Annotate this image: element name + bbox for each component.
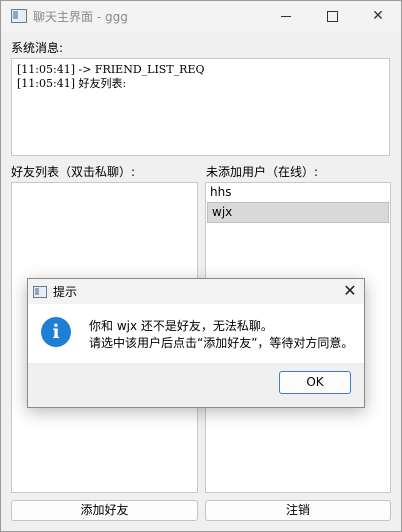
system-message-line: [11:05:41] -> FRIEND_LIST_REQ: [17, 63, 205, 76]
online-user-item[interactable]: hhs: [206, 183, 390, 202]
logout-button[interactable]: 注销: [205, 500, 391, 521]
dialog-footer: OK: [28, 363, 364, 407]
ok-button[interactable]: OK: [279, 371, 351, 394]
online-users-label: 未添加用户（在线）:: [206, 165, 319, 179]
system-messages-box[interactable]: [11:05:41] -> FRIEND_LIST_REQ [11:05:41]…: [11, 58, 390, 156]
online-user-item-selected[interactable]: wjx: [207, 202, 389, 223]
close-icon: ✕: [343, 281, 357, 300]
maximize-button[interactable]: [309, 1, 355, 31]
minimize-button[interactable]: [263, 1, 309, 31]
maximize-icon: [326, 10, 338, 22]
dialog-title-bar[interactable]: 提示 ✕: [28, 279, 364, 304]
dialog-close-button[interactable]: ✕: [336, 279, 364, 304]
dialog-message-line2: 请选中该用户后点击“添加好友”，等待对方同意。: [89, 336, 354, 350]
main-window: 聊天主界面 - ggg ✕ 系统消息: [11:05:41] -> FRIEND…: [0, 0, 402, 532]
window-title: 聊天主界面 - ggg: [33, 10, 128, 24]
app-icon: [11, 9, 27, 23]
information-icon: i: [41, 317, 71, 347]
minimize-icon: [281, 15, 291, 17]
system-message-line: [11:05:41] 好友列表:: [17, 77, 127, 90]
dialog-app-icon: [33, 286, 47, 298]
dialog-title: 提示: [53, 285, 78, 299]
title-bar[interactable]: 聊天主界面 - ggg ✕: [1, 1, 401, 31]
info-dialog: 提示 ✕ i 你和 wjx 还不是好友，无法私聊。 请选中该用户后点击“添加好友…: [27, 278, 365, 408]
dialog-message-line1: 你和 wjx 还不是好友，无法私聊。: [89, 319, 273, 333]
close-button[interactable]: ✕: [355, 1, 401, 31]
friends-list-label: 好友列表（双击私聊）:: [11, 165, 136, 179]
close-icon: ✕: [372, 8, 384, 24]
system-messages-label: 系统消息:: [11, 41, 64, 55]
add-friend-button[interactable]: 添加好友: [11, 500, 198, 521]
